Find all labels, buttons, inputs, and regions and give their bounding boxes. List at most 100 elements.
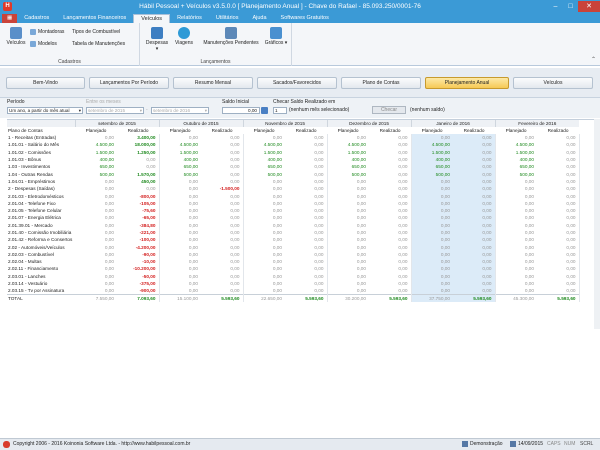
planejado-cell[interactable]: 0,00: [159, 243, 201, 250]
tab-veiculos[interactable]: Veículos: [133, 14, 171, 23]
planejado-cell[interactable]: 0,00: [243, 280, 285, 287]
viagens-button[interactable]: Viagens: [172, 27, 196, 46]
realizado-cell[interactable]: 0,00: [453, 141, 496, 149]
realizado-cell[interactable]: 0,00: [369, 192, 412, 200]
planejado-header[interactable]: Planejado: [159, 127, 202, 134]
despesas-button[interactable]: Despesas ▾: [144, 27, 170, 52]
realizado-cell[interactable]: -75,60: [117, 206, 160, 215]
saldo-inicial-input[interactable]: 0,00: [222, 107, 260, 114]
planejado-cell[interactable]: 0,00: [243, 214, 285, 221]
realizado-cell[interactable]: 0,00: [453, 134, 496, 142]
realizado-cell[interactable]: 0,00: [117, 185, 160, 193]
realizado-cell[interactable]: 0,00: [453, 258, 496, 266]
realizado-header[interactable]: Realizado: [537, 127, 580, 134]
planejado-cell[interactable]: 22.650,00: [243, 294, 286, 303]
realizado-cell[interactable]: 0,00: [369, 185, 412, 193]
table-row[interactable]: 2 - Despesas (Saídas) 0,00 0,00 0,00 -1.500,…: [7, 185, 580, 193]
realizado-cell[interactable]: 0,00: [453, 185, 496, 193]
realizado-cell[interactable]: 0,00: [369, 243, 412, 251]
realizado-cell[interactable]: 0,00: [369, 236, 412, 244]
realizado-cell[interactable]: 0,00: [201, 236, 244, 244]
planejado-cell[interactable]: 0,00: [159, 134, 201, 141]
planejado-header[interactable]: Planejado: [75, 127, 117, 134]
realizado-cell[interactable]: 0,00: [369, 206, 412, 215]
planejado-cell[interactable]: 0,00: [243, 200, 285, 207]
planejado-cell[interactable]: 0,00: [75, 258, 117, 265]
realizado-cell[interactable]: 0,00: [201, 148, 244, 156]
table-row[interactable]: 2.02.04 - Multas 0,00 -10,00 0,00 0,00 0,00 0,…: [7, 258, 580, 266]
realizado-cell[interactable]: 0,00: [285, 199, 328, 207]
planejado-cell[interactable]: 0,00: [327, 178, 369, 185]
realizado-header[interactable]: Realizado: [117, 127, 160, 134]
collapse-ribbon-icon[interactable]: ⌃: [591, 56, 596, 63]
planejado-cell[interactable]: 4.500,00: [495, 141, 537, 148]
planejado-cell[interactable]: 0,00: [327, 236, 369, 243]
planejado-cell[interactable]: 4.500,00: [243, 141, 285, 148]
realizado-cell[interactable]: 7.093,60: [117, 294, 160, 303]
realizado-cell[interactable]: -900,00: [117, 287, 160, 295]
realizado-cell[interactable]: 0,00: [285, 250, 328, 259]
tabela-manutencoes-button[interactable]: Tabela de Manutenções: [72, 41, 125, 47]
realizado-cell[interactable]: -221,00: [117, 228, 160, 237]
realizado-cell[interactable]: 5.593,60: [201, 294, 244, 303]
planejado-cell[interactable]: 0,00: [75, 222, 117, 229]
planejado-cell[interactable]: 0,00: [495, 280, 537, 287]
planejado-cell[interactable]: 0,00: [495, 200, 537, 207]
checar-mes-stepper[interactable]: 1: [273, 107, 287, 114]
table-row[interactable]: 2.01.07 - Energia Elétrica 0,00 -65,00 0,00…: [7, 214, 580, 222]
realizado-cell[interactable]: -4.200,00: [117, 243, 160, 251]
realizado-cell[interactable]: -375,00: [117, 279, 160, 288]
realizado-cell[interactable]: 0,00: [537, 279, 580, 288]
planejado-cell[interactable]: 0,00: [75, 243, 117, 250]
checar-button[interactable]: Checar: [372, 106, 406, 114]
realizado-cell[interactable]: 0,00: [453, 228, 496, 237]
realizado-cell[interactable]: 0,00: [285, 141, 328, 149]
close-button[interactable]: ✕: [578, 1, 600, 12]
realizado-cell[interactable]: 0,00: [201, 206, 244, 215]
realizado-cell[interactable]: 0,00: [117, 155, 160, 164]
table-row[interactable]: 2.02.03 - Combustível 0,00 -90,00 0,00 0,00 0…: [7, 250, 580, 259]
planejado-cell[interactable]: 0,00: [75, 273, 117, 280]
planejado-cell[interactable]: 0,00: [327, 243, 369, 250]
planejado-cell[interactable]: 0,00: [243, 192, 285, 199]
planejado-cell[interactable]: 650,00: [243, 163, 285, 170]
realizado-cell[interactable]: 0,00: [369, 155, 412, 164]
month-header[interactable]: Janeiro de 2016: [410, 120, 496, 127]
planejado-cell[interactable]: 0,00: [75, 134, 117, 141]
planejado-cell[interactable]: 0,00: [411, 287, 454, 295]
realizado-cell[interactable]: 0,00: [369, 177, 412, 186]
realizado-cell[interactable]: 0,00: [369, 272, 412, 280]
realizado-cell[interactable]: -10.200,00: [117, 265, 160, 273]
mes-fim-select[interactable]: setembro de 2016 ▾: [151, 107, 209, 114]
table-row[interactable]: 1.01.02 - Comissões 1.500,00 1.250,00 1.500…: [7, 148, 580, 156]
planejado-cell[interactable]: 0,00: [159, 229, 201, 236]
realizado-cell[interactable]: -65,00: [117, 214, 160, 222]
realizado-cell[interactable]: 0,00: [369, 148, 412, 156]
realizado-cell[interactable]: 0,00: [453, 221, 496, 229]
realizado-cell[interactable]: -105,00: [117, 199, 160, 207]
realizado-cell[interactable]: 0,00: [537, 221, 580, 229]
realizado-cell[interactable]: 0,00: [537, 272, 580, 280]
planejado-cell[interactable]: 0,00: [159, 251, 201, 258]
planejado-cell[interactable]: 0,00: [327, 222, 369, 229]
realizado-cell[interactable]: 0,00: [201, 163, 244, 171]
planejado-cell[interactable]: 0,00: [243, 134, 285, 141]
realizado-cell[interactable]: -50,00: [117, 272, 160, 280]
realizado-cell[interactable]: 0,00: [285, 134, 328, 142]
realizado-cell[interactable]: 0,00: [369, 141, 412, 149]
planejado-cell[interactable]: 650,00: [75, 163, 117, 170]
maximize-button[interactable]: □: [563, 1, 578, 12]
planejado-cell[interactable]: 4.500,00: [411, 141, 454, 149]
realizado-cell[interactable]: 0,00: [285, 265, 328, 273]
table-row[interactable]: 1.03 - Investimentos 650,00 0,00 650,00 0,00…: [7, 163, 580, 171]
planejado-cell[interactable]: 500,00: [243, 170, 285, 177]
planejado-cell[interactable]: 0,00: [243, 243, 285, 250]
realizado-cell[interactable]: 0,00: [201, 192, 244, 200]
tab-lancamentos-financeiros[interactable]: Lançamentos Financeiros: [56, 14, 133, 23]
realizado-cell[interactable]: 0,00: [201, 214, 244, 222]
realizado-header[interactable]: Realizado: [285, 127, 328, 134]
realizado-cell[interactable]: 1.250,00: [117, 148, 160, 156]
planejado-cell[interactable]: 1.500,00: [495, 149, 537, 156]
planejado-cell[interactable]: 0,00: [411, 199, 454, 207]
realizado-cell[interactable]: 0,00: [537, 214, 580, 222]
